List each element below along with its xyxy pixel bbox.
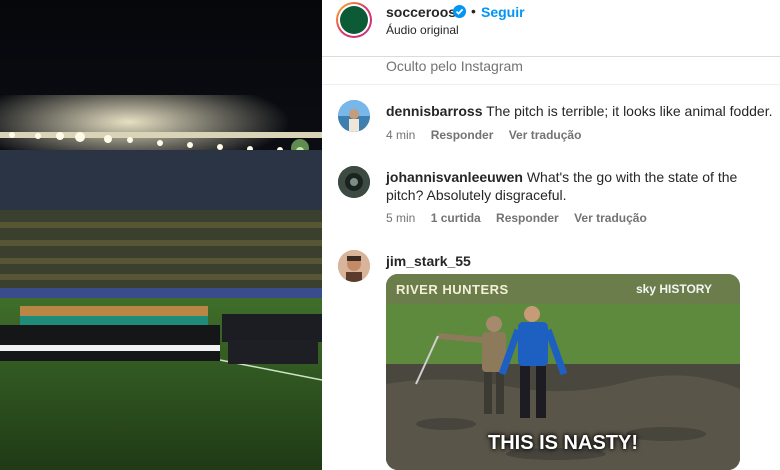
- comment-meta: 5 min 1 curtida Responder Ver tradução: [386, 211, 659, 225]
- comment-text: dennisbarross The pitch is terrible; it …: [386, 102, 776, 120]
- commenter-avatar[interactable]: [338, 100, 370, 132]
- divider: [322, 84, 780, 85]
- stadium-scene: [0, 0, 322, 470]
- see-translation-button[interactable]: Ver tradução: [509, 128, 582, 142]
- follow-button[interactable]: Seguir: [481, 4, 525, 20]
- reply-button[interactable]: Responder: [496, 211, 559, 225]
- original-audio-link[interactable]: Áudio original: [386, 23, 459, 37]
- video-show-title: RIVER HUNTERS: [396, 282, 509, 297]
- commenter-avatar[interactable]: [338, 250, 370, 282]
- comment-time: 4 min: [386, 128, 416, 142]
- see-translation-button[interactable]: Ver tradução: [574, 211, 647, 225]
- comment-item: johannisvanleeuwen What's the go with th…: [322, 166, 780, 228]
- commenter-avatar[interactable]: [338, 166, 370, 198]
- comment-body: The pitch is terrible; it looks like ani…: [486, 103, 773, 119]
- comment-time: 5 min: [386, 211, 416, 225]
- comment-username[interactable]: dennisbarross: [386, 103, 482, 119]
- likes-count[interactable]: 1 curtida: [431, 211, 481, 225]
- comment-text: jim_stark_55: [386, 252, 776, 270]
- video-channel-logo: sky HISTORY: [636, 282, 713, 296]
- stadium-photo: [0, 0, 322, 470]
- socceroos-avatar[interactable]: [336, 2, 372, 38]
- post-header: socceroos • Seguir Áudio original: [322, 0, 780, 57]
- comment-meta: 4 min Responder Ver tradução: [386, 128, 593, 142]
- comment-username[interactable]: johannisvanleeuwen: [386, 169, 523, 185]
- comment-video[interactable]: RIVER HUNTERS sky HISTORY THIS IS NASTY!: [386, 274, 740, 470]
- comment-username[interactable]: jim_stark_55: [386, 253, 471, 269]
- comment-item: dennisbarross The pitch is terrible; it …: [322, 100, 780, 152]
- separator-dot: •: [471, 3, 476, 19]
- video-caption: THIS IS NASTY!: [487, 432, 638, 454]
- reply-button[interactable]: Responder: [431, 128, 494, 142]
- comments-panel: socceroos • Seguir Áudio original Oculto…: [322, 0, 780, 470]
- post-username[interactable]: socceroos: [386, 4, 456, 20]
- hidden-by-instagram-note: Oculto pelo Instagram: [386, 58, 523, 74]
- comment-text: johannisvanleeuwen What's the go with th…: [386, 168, 776, 204]
- verified-badge-icon: [453, 5, 466, 18]
